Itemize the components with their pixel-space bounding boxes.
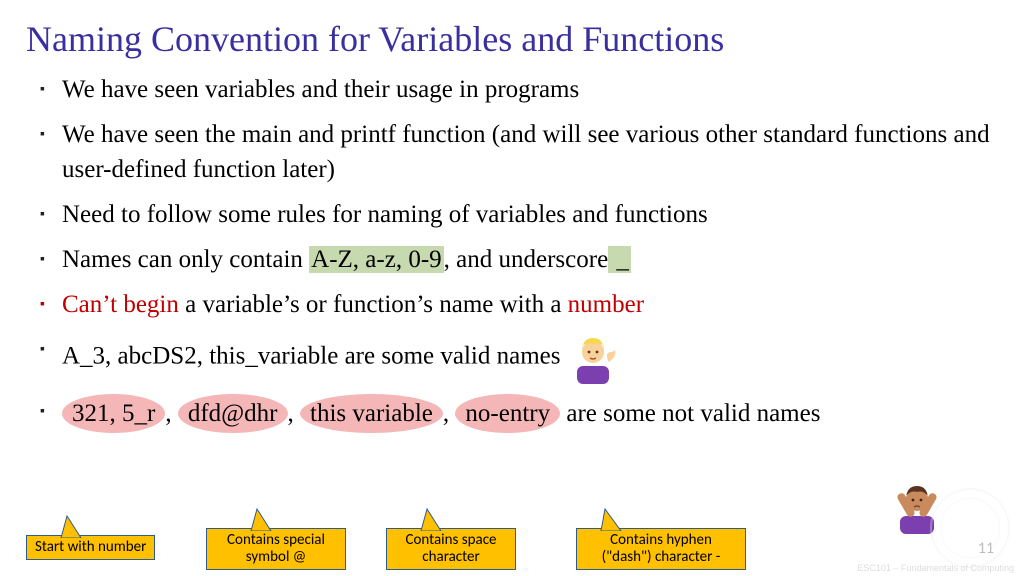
- highlight-underscore: _: [608, 246, 631, 273]
- text: ,: [288, 400, 301, 427]
- watermark-seal-icon: [930, 488, 1010, 568]
- person-tipping-hand-icon: [567, 332, 619, 384]
- text: a variable’s or function’s name with a: [179, 291, 568, 318]
- bullet-4: Names can only contain A-Z, a-z, 0-9, an…: [40, 242, 998, 277]
- callout-label: Start with number: [35, 538, 146, 556]
- bullet-1: We have seen variables and their usage i…: [40, 72, 998, 107]
- invalid-name-hyphen: no-entry: [455, 394, 560, 433]
- callout-row: Start with number Contains special symbo…: [26, 516, 998, 572]
- callout-hyphen: Contains hyphen ("dash") character -: [576, 528, 746, 571]
- bullet-2: We have seen the main and printf functio…: [40, 117, 998, 187]
- callout-label: Contains hyphen ("dash") character -: [602, 531, 721, 566]
- text: , and underscore: [444, 246, 609, 273]
- text: ,: [443, 400, 456, 427]
- callout-space: Contains space character: [386, 528, 516, 571]
- callout-label: Contains special symbol @: [227, 531, 325, 566]
- slide-title: Naming Convention for Variables and Func…: [0, 0, 1024, 68]
- highlight-chars: A-Z, a-z, 0-9: [309, 246, 444, 273]
- emphasis: Can’t begin: [62, 291, 179, 318]
- text: are some not valid names: [560, 400, 820, 427]
- callout-start-number: Start with number: [26, 535, 155, 560]
- bullet-3: Need to follow some rules for naming of …: [40, 197, 998, 232]
- callout-special-symbol: Contains special symbol @: [206, 528, 346, 571]
- bullet-5: Can’t begin a variable’s or function’s n…: [40, 287, 998, 322]
- watermark-text: ESC101 – Fundamentals of Computing: [857, 564, 1014, 574]
- invalid-name-space: this variable: [300, 394, 443, 433]
- emphasis: number: [568, 291, 644, 318]
- slide-body: We have seen variables and their usage i…: [0, 68, 1024, 433]
- bullet-6: A_3, abcDS2, this_variable are some vali…: [40, 332, 998, 384]
- invalid-name-numstart: 321, 5_r: [62, 394, 165, 433]
- text: Names can only contain: [62, 246, 309, 273]
- page-number: 11: [978, 539, 994, 558]
- invalid-name-at: dfd@dhr: [178, 394, 288, 433]
- text: A_3, abcDS2, this_variable are some vali…: [62, 343, 567, 370]
- text: ,: [165, 400, 178, 427]
- bullet-7: 321, 5_r, dfd@dhr, this variable, no-ent…: [40, 394, 998, 433]
- callout-label: Contains space character: [406, 531, 497, 566]
